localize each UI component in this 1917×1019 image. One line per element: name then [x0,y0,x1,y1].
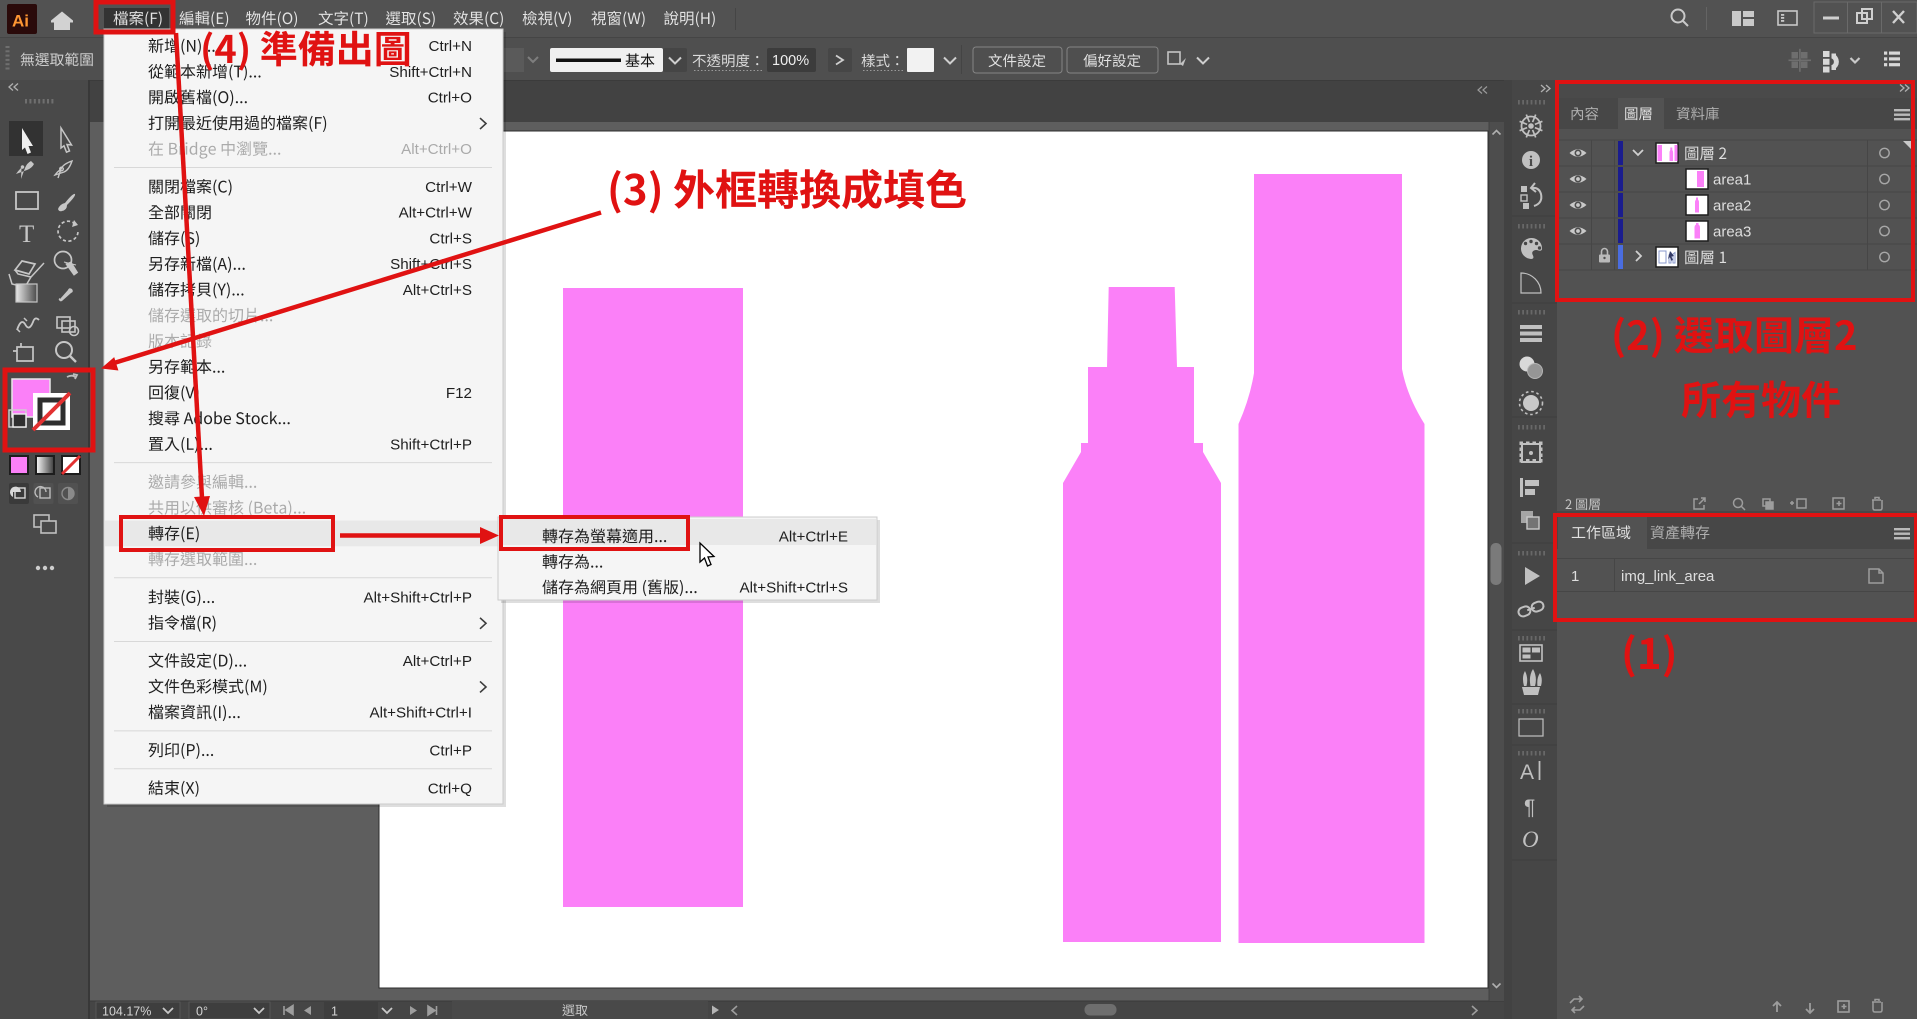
svg-text:104.17%: 104.17% [102,1005,151,1019]
svg-text:100%: 100% [772,53,809,69]
svg-text:1: 1 [1571,568,1579,585]
svg-text:Alt+Ctrl+P: Alt+Ctrl+P [403,653,472,670]
svg-text:O: O [1522,827,1539,852]
svg-text:Ctrl+P: Ctrl+P [429,742,472,759]
svg-text:A: A [1520,761,1534,784]
svg-text:Shift+Ctrl+P: Shift+Ctrl+P [390,436,472,453]
svg-text:i: i [1529,154,1533,170]
svg-text:Alt+Ctrl+W: Alt+Ctrl+W [399,205,473,222]
svg-text:area3: area3 [1713,224,1751,241]
svg-text:Ai: Ai [12,12,29,31]
svg-text:img_link_area: img_link_area [1621,568,1715,585]
svg-text:¶: ¶ [1524,796,1535,819]
svg-text:Alt+Ctrl+S: Alt+Ctrl+S [403,282,472,299]
svg-text:area2: area2 [1713,198,1751,215]
svg-text:area1: area1 [1713,172,1751,189]
svg-text:Ctrl+O: Ctrl+O [428,90,472,107]
svg-text:Alt+Ctrl+O: Alt+Ctrl+O [401,141,472,158]
svg-text:F12: F12 [446,385,472,402]
svg-text:Ctrl+W: Ctrl+W [425,179,472,196]
svg-text:Shift+Ctrl+N: Shift+Ctrl+N [389,64,472,81]
svg-text:Ctrl+N: Ctrl+N [429,38,472,55]
svg-text:0°: 0° [196,1005,208,1019]
svg-text:Alt+Shift+Ctrl+S: Alt+Shift+Ctrl+S [740,580,848,597]
svg-text:Ctrl+Q: Ctrl+Q [428,780,472,797]
svg-text:Alt+Shift+Ctrl+P: Alt+Shift+Ctrl+P [364,589,472,606]
svg-text:Alt+Ctrl+E: Alt+Ctrl+E [779,529,848,546]
svg-text:T: T [19,221,34,248]
svg-text:Ctrl+S: Ctrl+S [429,230,472,247]
svg-text:1: 1 [331,1005,338,1019]
svg-text:Alt+Shift+Ctrl+I: Alt+Shift+Ctrl+I [369,704,472,721]
